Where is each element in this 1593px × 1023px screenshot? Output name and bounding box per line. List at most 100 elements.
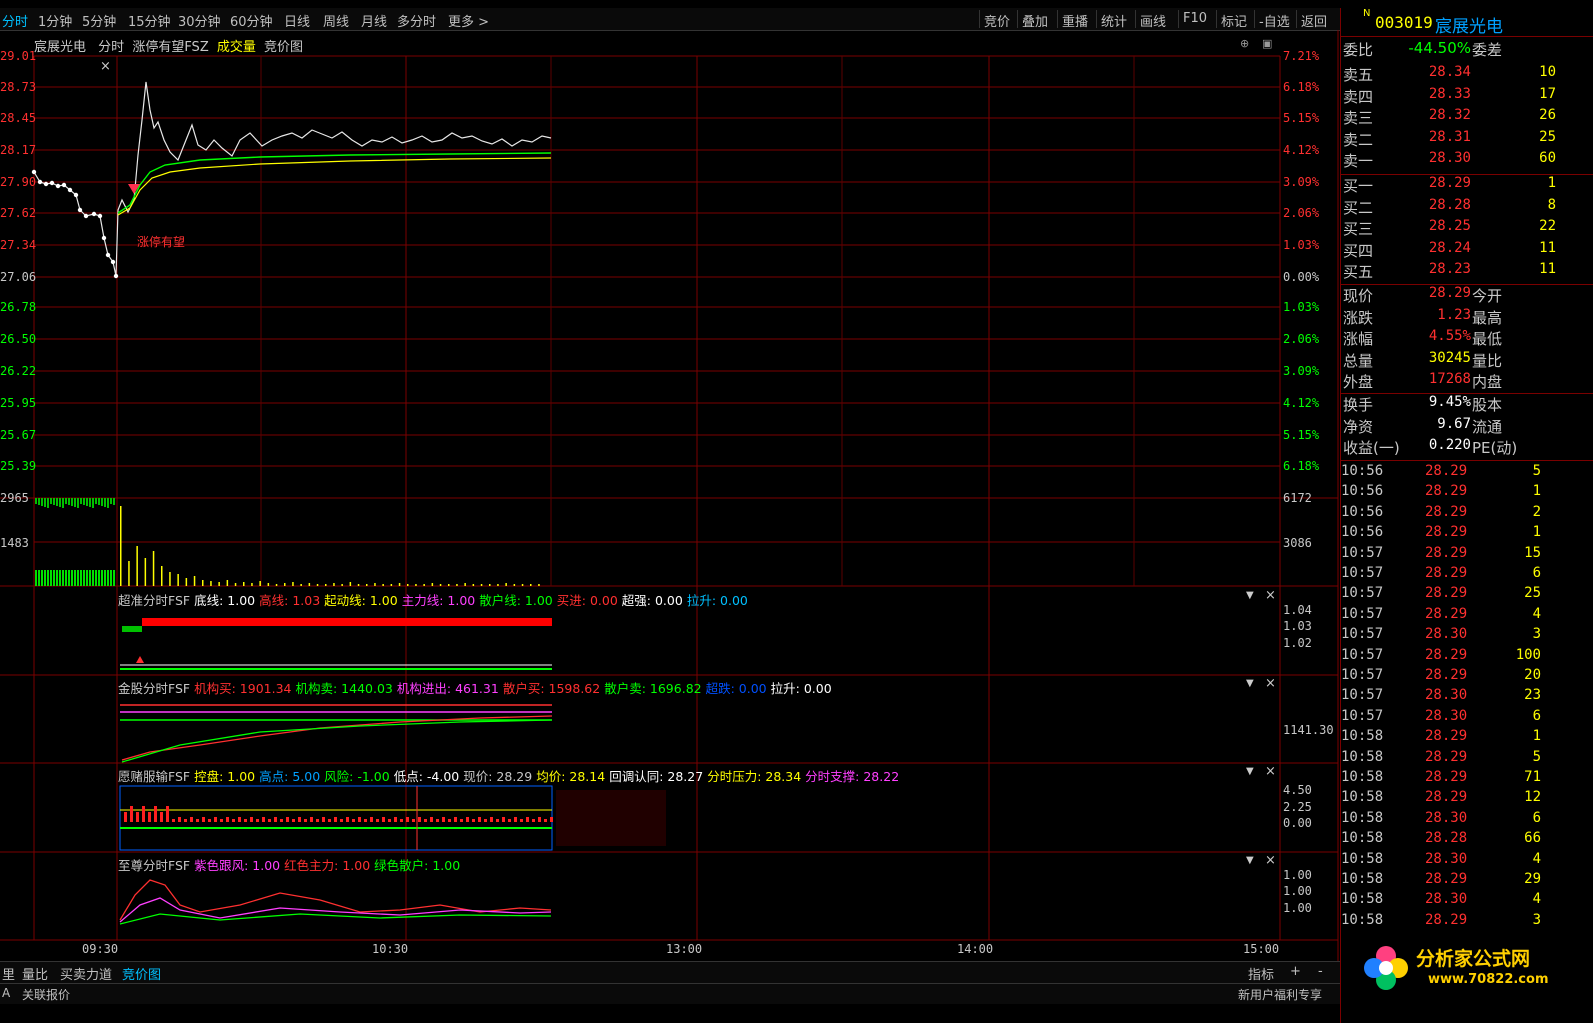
status-related-quote[interactable]: 关联报价 [22,986,70,1003]
panel1-item-0[interactable]: 超准分时FSF [118,593,190,608]
period-tab-4[interactable]: 30分钟 [178,11,221,30]
panel3-item-8: 分时压力: 28.34 [707,769,802,784]
auction-volume-bar [110,498,112,504]
bottom-right-btn-2[interactable]: - [1318,964,1323,979]
price-line [33,81,552,277]
period-tab-2[interactable]: 5分钟 [82,11,116,30]
bottom-tab-3[interactable]: 竞价图 [122,964,161,983]
settings-icon[interactable]: ⊕ [1240,37,1249,50]
volume-bar [144,558,147,586]
panel-collapse-icon[interactable]: ▼ [1246,766,1254,777]
volume-bar [210,581,212,586]
pressure-bar [508,819,511,822]
bottom-right-btn-0[interactable]: 指标 [1248,964,1274,983]
toolbar-btn-1[interactable]: 叠加 [1022,11,1048,30]
sell-price: 28.30 [1428,150,1471,166]
auction-volume-bar [68,570,70,586]
divider [1341,393,1593,394]
toolbar-btn-8[interactable]: 返回 [1301,11,1327,30]
volume-bar [292,582,294,586]
pressure-bar [454,817,457,822]
price-dot [31,169,37,175]
volume-bar [226,580,229,586]
main-force-line [119,879,552,921]
pressure-bar [208,819,211,822]
buy-row: 买五 28.23 11 [1341,261,1593,282]
status-a: A [2,986,11,1000]
period-tab-10[interactable]: 更多 > [448,11,489,30]
buy-volume: 22 [1539,218,1556,234]
bottom-tab-2[interactable]: 买卖力道 [60,964,112,983]
period-tab-8[interactable]: 月线 [361,11,387,30]
period-tab-0[interactable]: 分时 [2,11,28,30]
period-tab-3[interactable]: 15分钟 [128,11,171,30]
panel4-item-0[interactable]: 至尊分时FSF [118,858,190,873]
quote-value: 1.23 [1437,306,1471,323]
panel-collapse-icon[interactable]: ▼ [1246,678,1254,689]
sell-price: 28.32 [1428,107,1471,123]
toolbar-btn-0[interactable]: 竞价 [984,11,1010,30]
tick-volume: 1 [1532,483,1541,500]
panel-close-icon[interactable]: × [1265,588,1276,603]
auction-volume-bar [65,498,67,504]
panel2-axis: 1141.30 [1283,723,1334,737]
tick-price: 28.30 [1425,809,1468,826]
toolbar-btn-4[interactable]: 画线 [1140,11,1166,30]
panel3-item-0[interactable]: 愿赌服输FSF [118,769,190,784]
bottom-tab-0[interactable]: 里 [2,964,15,983]
period-tab-7[interactable]: 周线 [323,11,349,30]
toolbar-btn-7[interactable]: -自选 [1259,11,1290,30]
panel3-item-1: 控盘: 1.00 [194,769,256,784]
pct-axis-label: 7.21% [1283,49,1320,63]
toolbar-btn-5[interactable]: F10 [1183,11,1207,26]
panel2-item-0[interactable]: 金股分时FSF [118,681,190,696]
panel2-item-1: 机构买: 1901.34 [194,681,292,696]
buy-label: 买二 [1343,198,1374,217]
tick-volume: 25 [1524,585,1541,602]
indicator-name[interactable]: 涨停有望FSZ [132,40,208,55]
pressure-bar [460,819,463,822]
volume-bar [267,583,270,586]
tick-row: 10:58 28.29 3 [1341,912,1593,932]
tick-price: 28.29 [1425,585,1468,602]
panel-close-icon[interactable]: × [1265,764,1276,779]
tick-row: 10:58 28.29 71 [1341,769,1593,789]
tick-price: 28.29 [1425,565,1468,581]
period-tab-1[interactable]: 1分钟 [38,11,72,30]
volume-label: 成交量 [216,40,256,55]
panel-collapse-icon[interactable]: ▼ [1246,590,1254,601]
buy-label: 买一 [1343,177,1374,195]
close-icon[interactable]: × [100,59,111,74]
period-tab-5[interactable]: 60分钟 [230,11,273,30]
bottom-right-btn-1[interactable]: + [1290,964,1301,979]
tick-volume: 29 [1524,871,1541,887]
bottom-tab-1[interactable]: 量比 [22,964,48,983]
panel-close-icon[interactable]: × [1265,853,1276,868]
sell-label: 卖一 [1343,152,1374,170]
auction-volume-bar [35,498,37,504]
status-newuser[interactable]: 新用户福利专享 [1238,986,1322,1003]
auction-volume-bar [50,498,52,504]
panel-collapse-icon[interactable]: ▼ [1246,855,1254,866]
panel-close-icon[interactable]: × [1265,676,1276,691]
volume-bar [407,584,409,586]
toolbar-btn-2[interactable]: 重播 [1062,11,1088,30]
inst-buy-line [121,715,553,761]
tick-row: 10:58 28.28 66 [1341,830,1593,850]
window-icon[interactable]: ▣ [1262,37,1272,50]
tick-row: 10:58 28.29 1 [1341,728,1593,748]
sell-label: 卖四 [1343,87,1374,106]
quote-label2: 股本 [1472,396,1503,414]
period-tab-9[interactable]: 多分时 [397,11,436,30]
period-tab-6[interactable]: 日线 [284,11,310,30]
tick-volume: 66 [1524,830,1541,847]
toolbar-separator [1017,10,1018,28]
tick-row: 10:57 28.29 25 [1341,585,1593,605]
auction-label[interactable]: 竞价图 [264,40,303,55]
chart-canvas[interactable] [0,30,1340,990]
buy-row: 买一 28.29 1 [1341,175,1593,196]
panel3-item-6: 均价: 28.14 [536,769,606,784]
tick-time: 10:56 [1341,503,1384,520]
toolbar-btn-3[interactable]: 统计 [1101,11,1127,30]
toolbar-btn-6[interactable]: 标记 [1221,11,1247,30]
